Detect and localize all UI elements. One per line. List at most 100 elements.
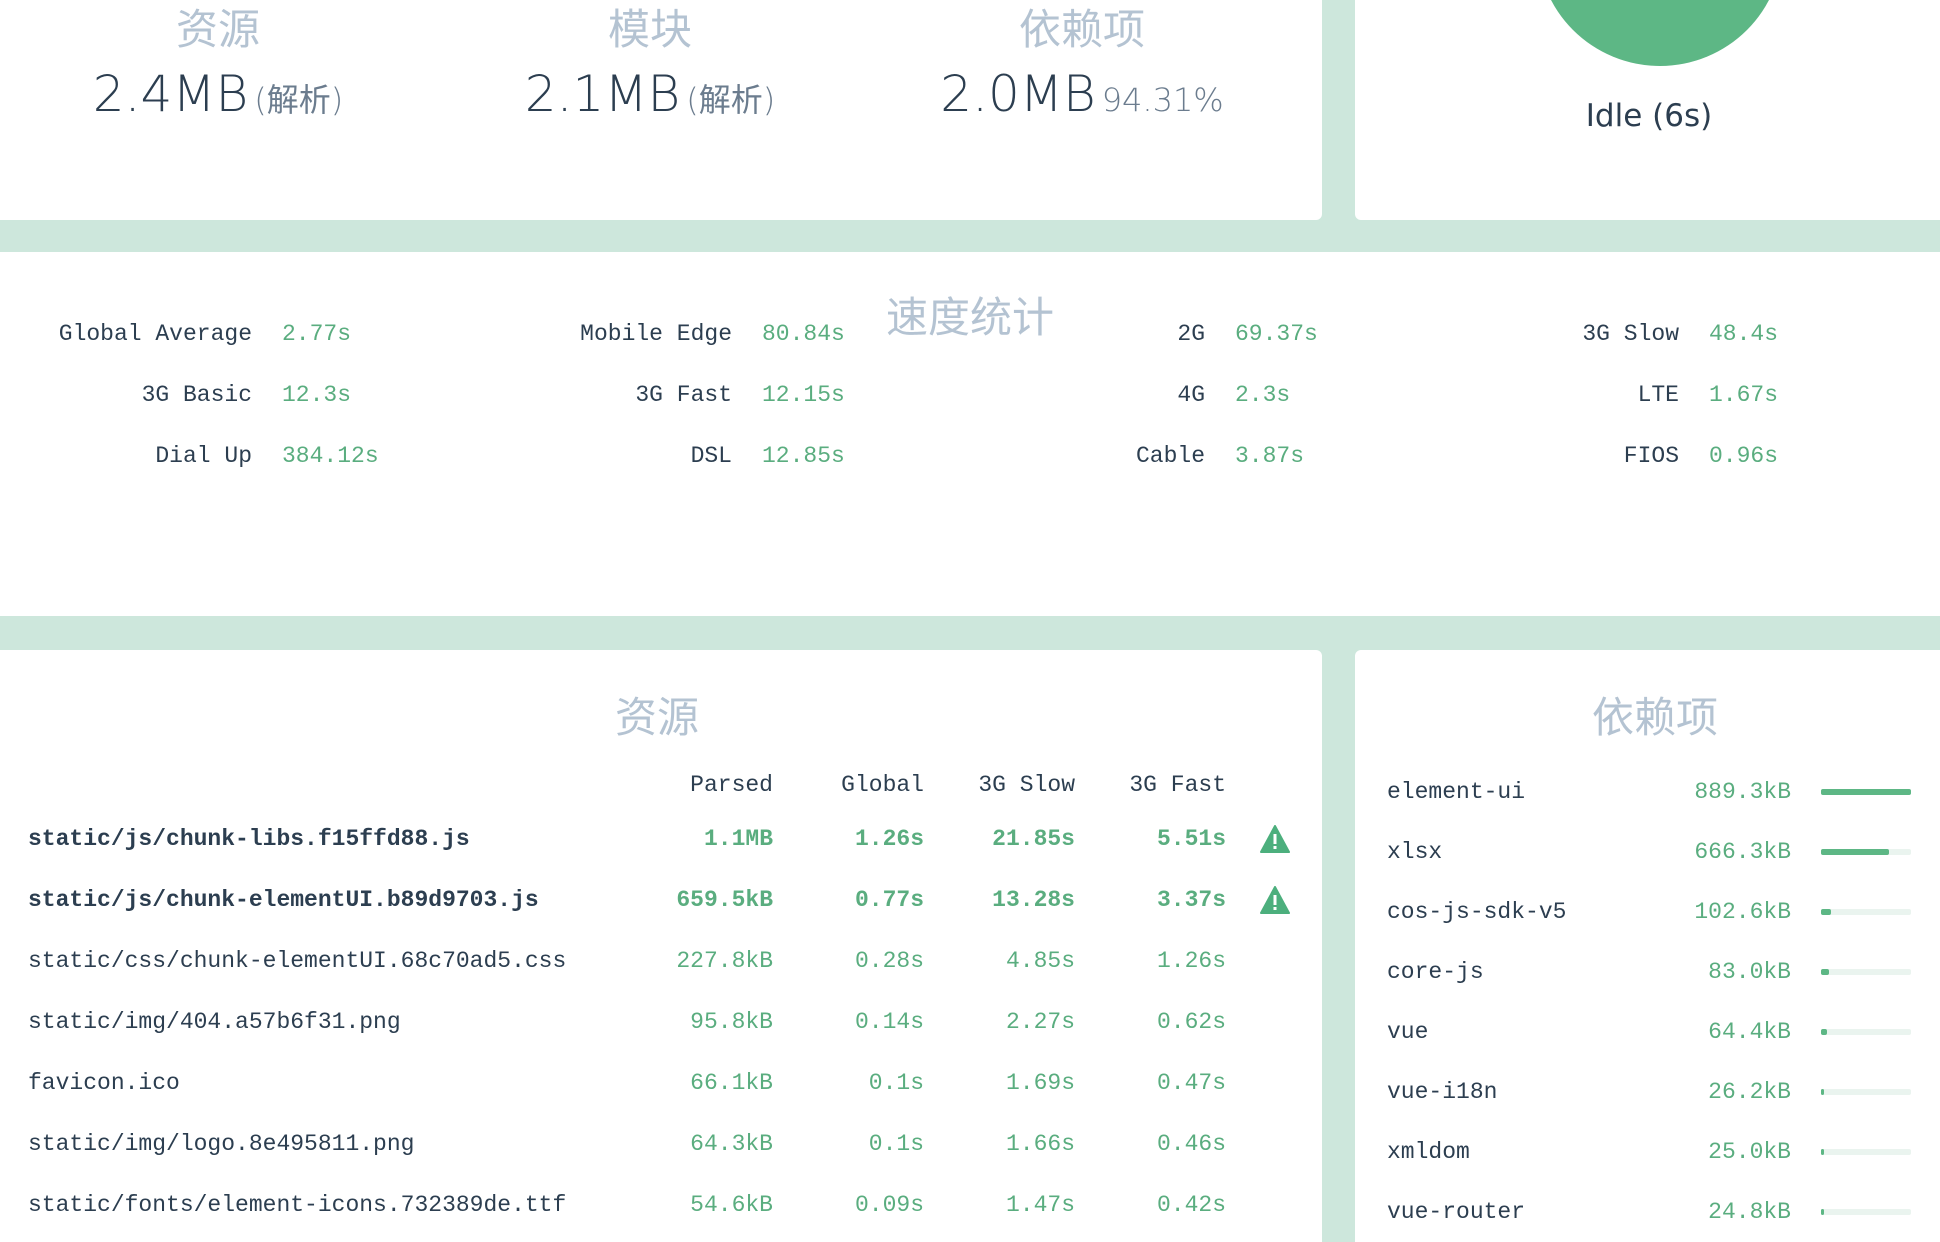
speed-stat-value: 384.12s xyxy=(282,443,379,469)
dependency-size-bar-fill xyxy=(1821,789,1911,795)
table-row: favicon.ico 66.1kB 0.1s 1.69s 0.47s xyxy=(0,1061,1322,1105)
column-header-global: Global xyxy=(841,772,924,798)
dependency-name: vue xyxy=(1387,1019,1429,1045)
list-item: xmldom 25.0kB xyxy=(1355,1130,1940,1174)
summary-dependencies-note: 94.31% xyxy=(1101,81,1224,119)
asset-parsed: 659.5kB xyxy=(676,887,773,913)
dependency-size-bar-fill xyxy=(1821,1209,1824,1215)
dependency-size-bar-fill xyxy=(1821,1149,1824,1155)
asset-name: static/fonts/element-icons.732389de.ttf xyxy=(28,1192,567,1218)
asset-parsed: 64.3kB xyxy=(690,1131,773,1157)
asset-fast3g: 0.46s xyxy=(1156,1131,1226,1157)
summary-assets-value-line: 2.4MB (解析) xyxy=(3,60,433,134)
summary-assets-value: 2.4MB xyxy=(92,65,249,123)
dependency-size-bar xyxy=(1821,1029,1911,1035)
speed-stat-name: LTE xyxy=(1637,382,1679,408)
asset-slow3g: 13.28s xyxy=(992,887,1075,913)
dependency-size: 666.3kB xyxy=(1694,839,1791,865)
asset-global: 0.28s xyxy=(854,948,924,974)
table-row: static/css/chunk-elementUI.68c70ad5.css 2… xyxy=(0,939,1322,983)
asset-fast3g: 0.47s xyxy=(1156,1070,1226,1096)
dependency-size: 102.6kB xyxy=(1694,899,1791,925)
speed-stat-name: 3G Basic xyxy=(141,382,252,408)
summary-dependencies: 依赖项 2.0MB 94.31% xyxy=(867,0,1297,134)
table-row: static/js/chunk-elementUI.b89d9703.js 659… xyxy=(0,878,1322,922)
speed-stat-name: Dial Up xyxy=(155,443,252,469)
table-row: static/img/logo.8e495811.png 64.3kB 0.1s 1.… xyxy=(0,1122,1322,1166)
dependency-name: core-js xyxy=(1387,959,1484,985)
dependency-size-bar-fill xyxy=(1821,909,1831,915)
speed-stat-name: 4G xyxy=(1177,382,1205,408)
summary-dependencies-value: 2.0MB xyxy=(940,65,1096,123)
list-item: core-js 83.0kB xyxy=(1355,950,1940,994)
dependency-size-bar xyxy=(1821,1209,1911,1215)
speed-stat-value: 3.87s xyxy=(1235,443,1305,469)
summary-dependencies-title: 依赖项 xyxy=(1018,5,1145,54)
speed-stat-value: 12.3s xyxy=(282,382,352,408)
column-header-slow3g: 3G Slow xyxy=(978,772,1075,798)
dependency-size-bar xyxy=(1821,1089,1911,1095)
asset-name: static/img/logo.8e495811.png xyxy=(28,1131,415,1157)
list-item: vue 64.4kB xyxy=(1355,1010,1940,1054)
asset-slow3g: 21.85s xyxy=(992,826,1075,852)
speed-stat-value: 2.77s xyxy=(282,321,352,347)
asset-global: 0.1s xyxy=(868,1131,924,1157)
dependencies-card: 依赖项 element-ui 889.3kB xlsx 666.3kB cos-js-s… xyxy=(1355,650,1940,1242)
asset-fast3g: 0.42s xyxy=(1156,1192,1226,1218)
assets-title: 资源 xyxy=(614,693,699,742)
asset-slow3g: 2.27s xyxy=(1005,1009,1075,1035)
dependency-size: 26.2kB xyxy=(1708,1079,1791,1105)
list-item: element-ui 889.3kB xyxy=(1355,770,1940,814)
assets-card: 资源 Parsed Global 3G Slow 3G Fast static/js/… xyxy=(0,650,1322,1242)
asset-fast3g: 0.62s xyxy=(1156,1009,1226,1035)
summary-card: 资源 2.4MB (解析) 模块 2.1MB (解析) 依赖项 2.0MB 94.31… xyxy=(0,0,1322,220)
list-item: vue-i18n 26.2kB xyxy=(1355,1070,1940,1114)
asset-name: static/img/404.a57b6f31.png xyxy=(28,1009,401,1035)
speed-stat-name: 3G Fast xyxy=(635,382,732,408)
table-row: static/js/chunk-libs.f15ffd88.js 1.1MB 1.2… xyxy=(0,817,1322,861)
asset-name: favicon.ico xyxy=(28,1070,180,1096)
dependency-size-bar xyxy=(1821,849,1911,855)
speed-stat-value: 80.84s xyxy=(762,321,845,347)
asset-parsed: 66.1kB xyxy=(690,1070,773,1096)
speed-stat-value: 1.67s xyxy=(1709,382,1779,408)
column-header-parsed: Parsed xyxy=(690,772,773,798)
asset-global: 0.09s xyxy=(854,1192,924,1218)
status-card: Idle (6s) xyxy=(1355,0,1940,220)
dependency-size-bar xyxy=(1821,969,1911,975)
asset-global: 0.14s xyxy=(854,1009,924,1035)
asset-fast3g: 1.26s xyxy=(1156,948,1226,974)
asset-slow3g: 1.69s xyxy=(1005,1070,1075,1096)
dependency-size: 24.8kB xyxy=(1708,1199,1791,1225)
list-item: xlsx 666.3kB xyxy=(1355,830,1940,874)
asset-name: static/js/chunk-elementUI.b89d9703.js xyxy=(28,887,539,913)
dependency-size-bar-fill xyxy=(1821,849,1889,855)
summary-assets: 资源 2.4MB (解析) xyxy=(3,0,433,134)
speed-stat-value: 12.85s xyxy=(762,443,845,469)
speed-stat-name: Cable xyxy=(1135,443,1205,469)
asset-name: static/css/chunk-elementUI.68c70ad5.css xyxy=(28,948,567,974)
asset-parsed: 95.8kB xyxy=(690,1009,773,1035)
speed-stat-value: 0.96s xyxy=(1709,443,1779,469)
dependency-name: vue-router xyxy=(1387,1199,1526,1225)
dependency-size-bar xyxy=(1821,1149,1911,1155)
speed-stat-name: 2G xyxy=(1177,321,1205,347)
summary-modules: 模块 2.1MB (解析) xyxy=(435,0,865,134)
list-item: vue-router 24.8kB xyxy=(1355,1190,1940,1234)
list-item: cos-js-sdk-v5 102.6kB xyxy=(1355,890,1940,934)
speed-stat-value: 2.3s xyxy=(1235,382,1291,408)
dependency-size-bar-fill xyxy=(1821,1089,1824,1095)
speed-stat-name: Global Average xyxy=(58,321,252,347)
dependency-size: 25.0kB xyxy=(1708,1139,1791,1165)
asset-global: 0.77s xyxy=(854,887,924,913)
table-row: static/fonts/element-icons.732389de.ttf 5… xyxy=(0,1183,1322,1227)
dependency-size-bar-fill xyxy=(1821,969,1829,975)
asset-parsed: 1.1MB xyxy=(703,826,773,852)
status-text: Idle (6s) xyxy=(1585,98,1713,134)
dependency-name: vue-i18n xyxy=(1387,1079,1498,1105)
asset-global: 0.1s xyxy=(868,1070,924,1096)
dependency-name: xmldom xyxy=(1387,1139,1470,1165)
dependency-size: 83.0kB xyxy=(1708,959,1791,985)
summary-modules-note: (解析) xyxy=(686,81,776,119)
speed-stat-value: 12.15s xyxy=(762,382,845,408)
